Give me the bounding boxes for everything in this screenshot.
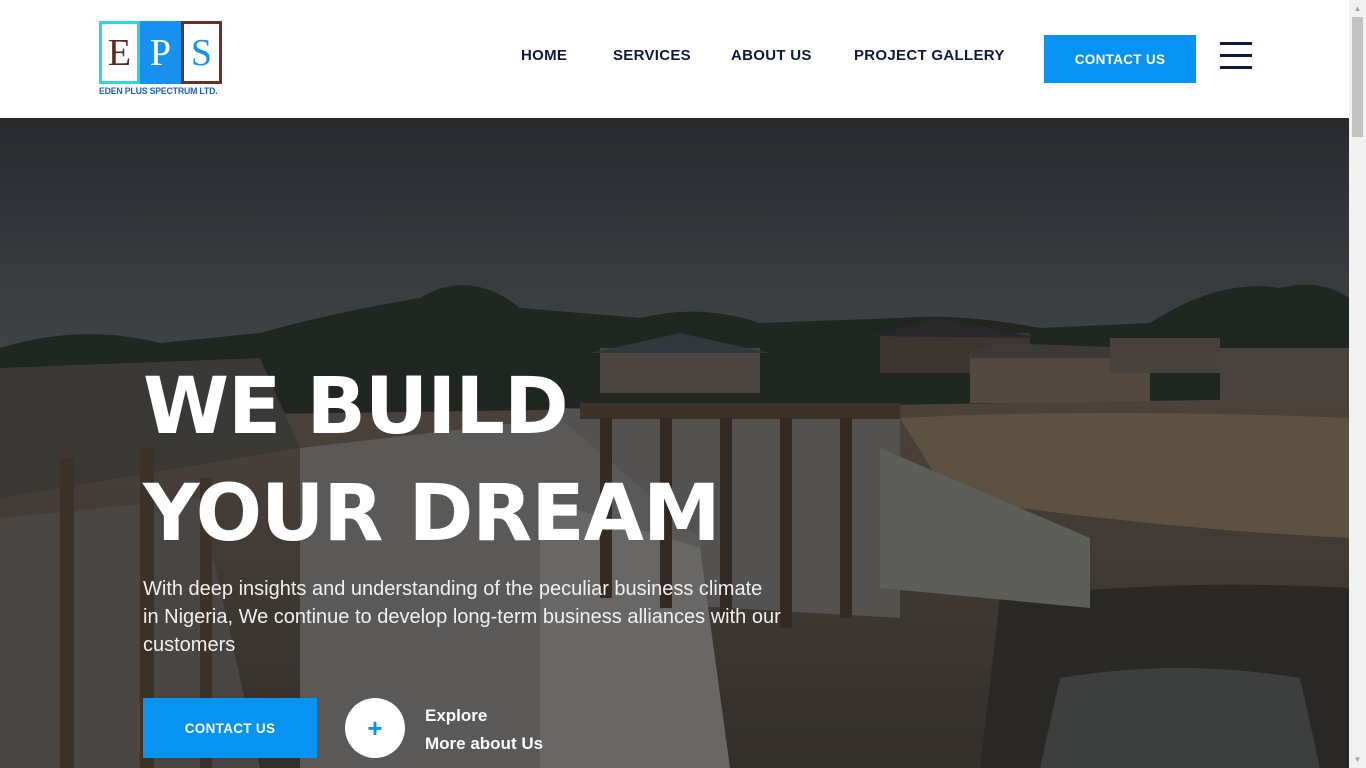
explore-line-2: More about Us — [425, 734, 544, 753]
logo-letter-e: E — [99, 21, 140, 84]
scroll-up-arrow-icon[interactable]: ▲ — [1349, 0, 1366, 17]
hero-contact-button[interactable]: CONTACT US — [143, 698, 317, 758]
hero-section: WE BUILD YOUR DREAM With deep insights a… — [0, 118, 1349, 768]
nav-home[interactable]: HOME — [521, 47, 567, 64]
site-header: E P S EDEN PLUS SPECTRUM LTD. HOME SERVI… — [0, 0, 1349, 118]
explore-more-link[interactable]: Explore More about Us — [425, 702, 543, 758]
hamburger-menu-icon[interactable] — [1220, 42, 1253, 70]
page-scrollbar[interactable]: ▲ ▼ — [1349, 0, 1366, 768]
logo-subtitle: EDEN PLUS SPECTRUM LTD. — [99, 86, 218, 97]
nav-project-gallery[interactable]: PROJECT GALLERY — [854, 47, 1005, 64]
explore-line-1: Explore — [425, 706, 488, 725]
hero-title-line-1: WE BUILD — [143, 362, 569, 452]
logo-letter-s: S — [181, 21, 222, 84]
scrollbar-thumb[interactable] — [1352, 17, 1363, 137]
logo-letter-p: P — [140, 21, 181, 84]
menu-bar — [1220, 42, 1252, 45]
menu-bar — [1220, 66, 1252, 69]
menu-bar — [1220, 54, 1252, 57]
nav-about-us[interactable]: ABOUT US — [731, 47, 812, 64]
hero-title-line-2: YOUR DREAM — [143, 469, 721, 559]
nav-services[interactable]: SERVICES — [613, 47, 691, 64]
header-contact-button[interactable]: CONTACT US — [1044, 35, 1196, 83]
logo-letters: E P S — [99, 21, 229, 84]
hero-title: WE BUILD YOUR DREAM — [143, 354, 721, 568]
eps-logo[interactable]: E P S EDEN PLUS SPECTRUM LTD. — [99, 21, 229, 101]
scroll-down-arrow-icon[interactable]: ▼ — [1349, 751, 1366, 768]
hero-description: With deep insights and understanding of … — [143, 578, 781, 656]
plus-icon[interactable]: + — [345, 698, 405, 758]
